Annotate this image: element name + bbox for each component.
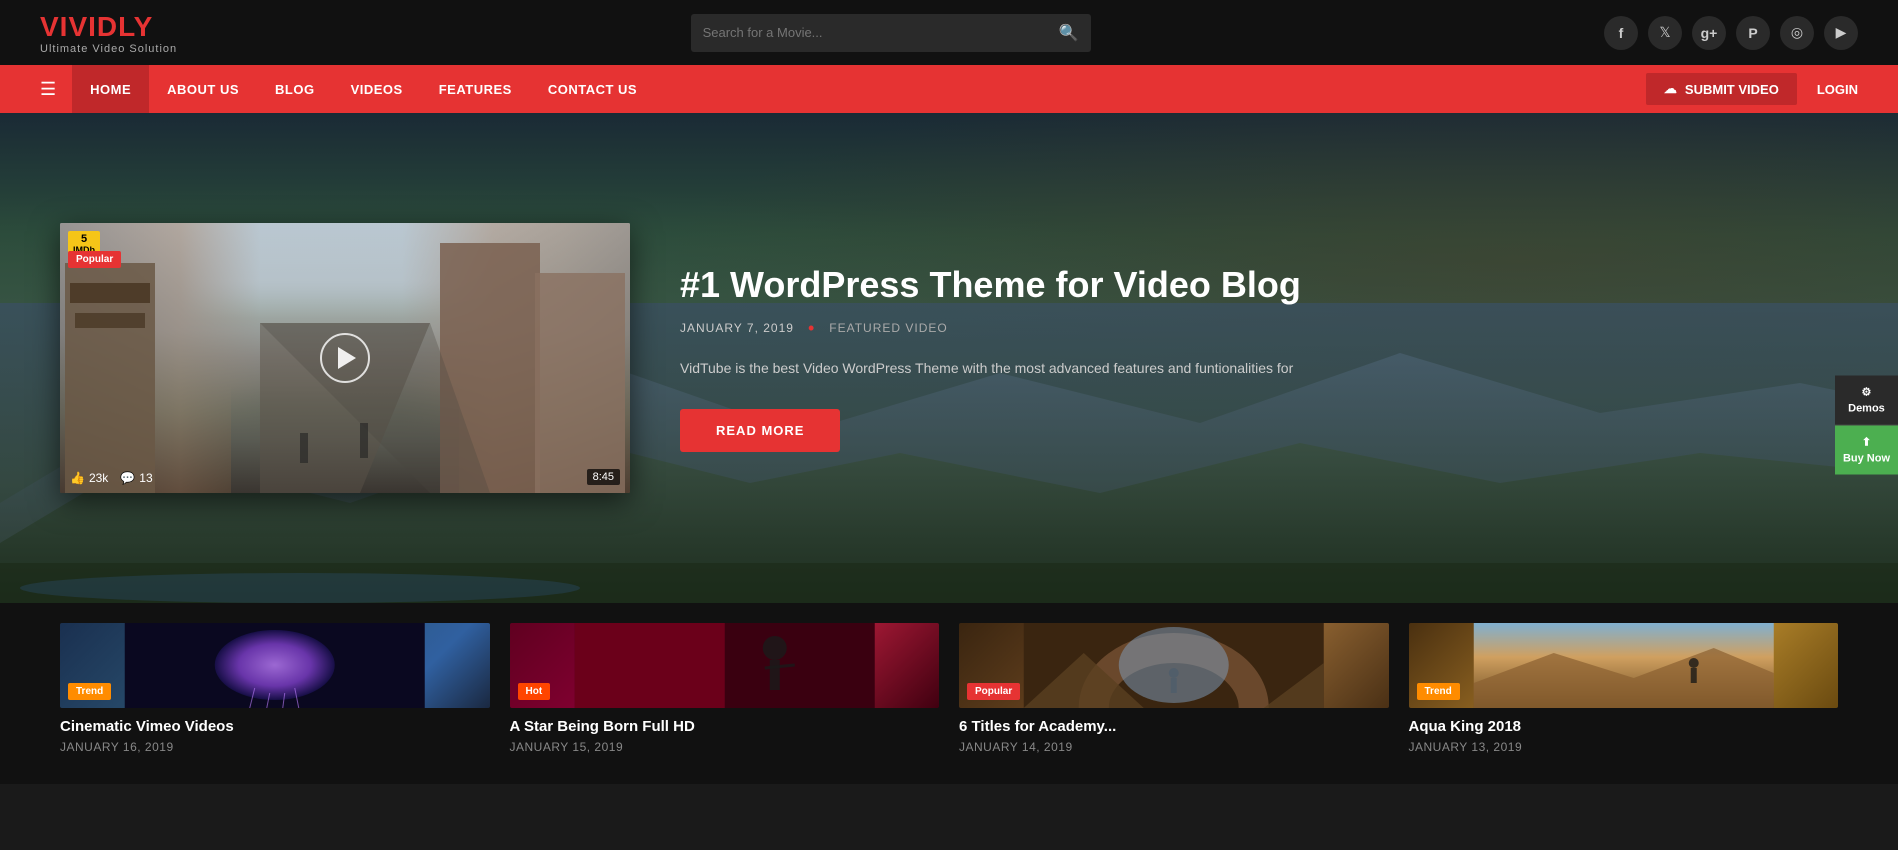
search-icon[interactable]: 🔍 <box>1059 23 1079 43</box>
nav-contact[interactable]: CONTACT US <box>530 65 655 113</box>
thumbnails-grid: Trend Cinematic Vimeo Videos JANUARY 16,… <box>60 623 1838 754</box>
video-duration: 8:45 <box>587 469 620 485</box>
featured-description: VidTube is the best Video WordPress Them… <box>680 357 1788 381</box>
nav-about[interactable]: ABOUT US <box>149 65 257 113</box>
thumb-image-1: Hot <box>510 623 940 708</box>
gear-icon: ⚙ <box>1862 386 1872 399</box>
thumb-title-2: 6 Titles for Academy... <box>959 718 1389 735</box>
thumb-svg-1 <box>510 623 940 708</box>
nav-right: ☁ SUBMIT VIDEO LOGIN <box>1646 73 1858 105</box>
thumb-date-1: JANUARY 15, 2019 <box>510 740 940 754</box>
demos-button[interactable]: ⚙ Demos <box>1835 376 1898 426</box>
thumb-image-2: Popular <box>959 623 1389 708</box>
play-icon <box>338 347 356 369</box>
thumb-image-3: Trend <box>1409 623 1839 708</box>
search-bar[interactable]: 🔍 <box>691 14 1091 52</box>
arrow-up-icon: ⬆ <box>1862 436 1871 449</box>
thumb-image-0: Trend <box>60 623 490 708</box>
logo-part2: LY <box>118 11 153 42</box>
logo-tagline: Ultimate Video Solution <box>40 43 177 55</box>
demos-label: Demos <box>1848 403 1885 415</box>
comments-count: 💬 13 <box>120 471 152 485</box>
nav-videos[interactable]: VIDEOS <box>333 65 421 113</box>
thumb-tag-1: Hot <box>518 683 551 700</box>
logo-part1: VIVID <box>40 11 118 42</box>
hero-section: 5 IMDb Popular 👍 23k 💬 13 8:45 #1 WordPr… <box>0 113 1898 603</box>
nav-left: ☰ HOME ABOUT US BLOG VIDEOS FEATURES CON… <box>40 65 655 113</box>
buy-now-label: Buy Now <box>1843 453 1890 465</box>
logo: VIVIDLY Ultimate Video Solution <box>40 11 177 55</box>
thumb-svg-0 <box>60 623 490 708</box>
hero-content: 5 IMDb Popular 👍 23k 💬 13 8:45 #1 WordPr… <box>0 113 1898 603</box>
thumb-tag-2: Popular <box>967 683 1020 700</box>
social-googleplus[interactable]: g+ <box>1692 16 1726 50</box>
nav-blog[interactable]: BLOG <box>257 65 333 113</box>
buy-now-button[interactable]: ⬆ Buy Now <box>1835 426 1898 475</box>
featured-date: JANUARY 7, 2019 <box>680 321 794 335</box>
social-pinterest[interactable]: P <box>1736 16 1770 50</box>
search-input[interactable] <box>703 25 1059 40</box>
popular-badge: Popular <box>68 251 121 268</box>
featured-title: #1 WordPress Theme for Video Blog <box>680 264 1788 305</box>
thumb-date-0: JANUARY 16, 2019 <box>60 740 490 754</box>
submit-video-button[interactable]: ☁ SUBMIT VIDEO <box>1646 73 1797 105</box>
thumb-svg-2 <box>959 623 1389 708</box>
featured-video-card[interactable]: 5 IMDb Popular 👍 23k 💬 13 8:45 <box>60 223 630 493</box>
thumb-title-1: A Star Being Born Full HD <box>510 718 940 735</box>
thumb-date-3: JANUARY 13, 2019 <box>1409 740 1839 754</box>
thumb-card-2[interactable]: Popular 6 Titles for Academy... JANUARY … <box>959 623 1389 754</box>
featured-meta: JANUARY 7, 2019 • FEATURED VIDEO <box>680 319 1788 337</box>
thumb-date-2: JANUARY 14, 2019 <box>959 740 1389 754</box>
play-button[interactable] <box>320 333 370 383</box>
featured-category: FEATURED VIDEO <box>829 321 947 335</box>
thumb-card-0[interactable]: Trend Cinematic Vimeo Videos JANUARY 16,… <box>60 623 490 754</box>
social-youtube[interactable]: ▶ <box>1824 16 1858 50</box>
cloud-upload-icon: ☁ <box>1664 81 1677 97</box>
social-facebook[interactable]: f <box>1604 16 1638 50</box>
social-twitter[interactable]: 𝕏 <box>1648 16 1682 50</box>
social-instagram[interactable]: ◎ <box>1780 16 1814 50</box>
hamburger-icon[interactable]: ☰ <box>40 79 56 100</box>
video-meta: 👍 23k 💬 13 <box>70 471 153 485</box>
top-bar: VIVIDLY Ultimate Video Solution 🔍 f 𝕏 g+… <box>0 0 1898 65</box>
hero-info: #1 WordPress Theme for Video Blog JANUAR… <box>630 234 1838 482</box>
thumb-title-3: Aqua King 2018 <box>1409 718 1839 735</box>
imdb-score: 5 <box>81 233 87 245</box>
thumb-svg-3 <box>1409 623 1839 708</box>
thumb-card-1[interactable]: Hot A Star Being Born Full HD JANUARY 15… <box>510 623 940 754</box>
nav-features[interactable]: FEATURES <box>421 65 530 113</box>
thumbnails-section: Trend Cinematic Vimeo Videos JANUARY 16,… <box>0 603 1898 784</box>
logo-text: VIVIDLY <box>40 11 177 43</box>
thumb-title-0: Cinematic Vimeo Videos <box>60 718 490 735</box>
nav-bar: ☰ HOME ABOUT US BLOG VIDEOS FEATURES CON… <box>0 65 1898 113</box>
side-buttons: ⚙ Demos ⬆ Buy Now <box>1835 376 1898 475</box>
meta-separator: • <box>808 319 815 337</box>
read-more-button[interactable]: READ MORE <box>680 409 840 452</box>
submit-video-label: SUBMIT VIDEO <box>1685 82 1779 97</box>
nav-home[interactable]: HOME <box>72 65 149 113</box>
thumb-tag-0: Trend <box>68 683 111 700</box>
thumb-card-3[interactable]: Trend Aqua King 2018 JANUARY 13, 2019 <box>1409 623 1839 754</box>
views-count: 👍 23k <box>70 471 108 485</box>
login-link[interactable]: LOGIN <box>1817 82 1858 97</box>
thumb-tag-3: Trend <box>1417 683 1460 700</box>
social-icons: f 𝕏 g+ P ◎ ▶ <box>1604 16 1858 50</box>
